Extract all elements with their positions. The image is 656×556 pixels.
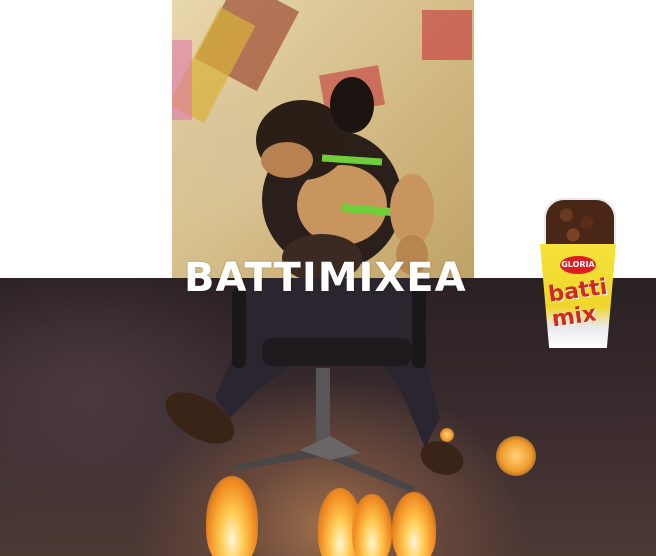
- product-logo: batti mix: [546, 274, 609, 333]
- flame: [392, 492, 436, 556]
- flame: [352, 494, 392, 556]
- glow-spark: [496, 436, 536, 476]
- dog-illustration: [256, 77, 434, 278]
- glow-spark: [440, 428, 454, 442]
- brand-logo: GLORIA: [560, 256, 596, 274]
- meme-canvas: BATTIMIXEA GLORIA batti mix: [0, 0, 656, 556]
- cereal-topping: [544, 198, 616, 252]
- product-cup: GLORIA batti mix: [538, 196, 618, 348]
- flame: [206, 476, 258, 556]
- dog-photo: [172, 0, 474, 278]
- meme-caption: BATTIMIXEA: [184, 255, 467, 301]
